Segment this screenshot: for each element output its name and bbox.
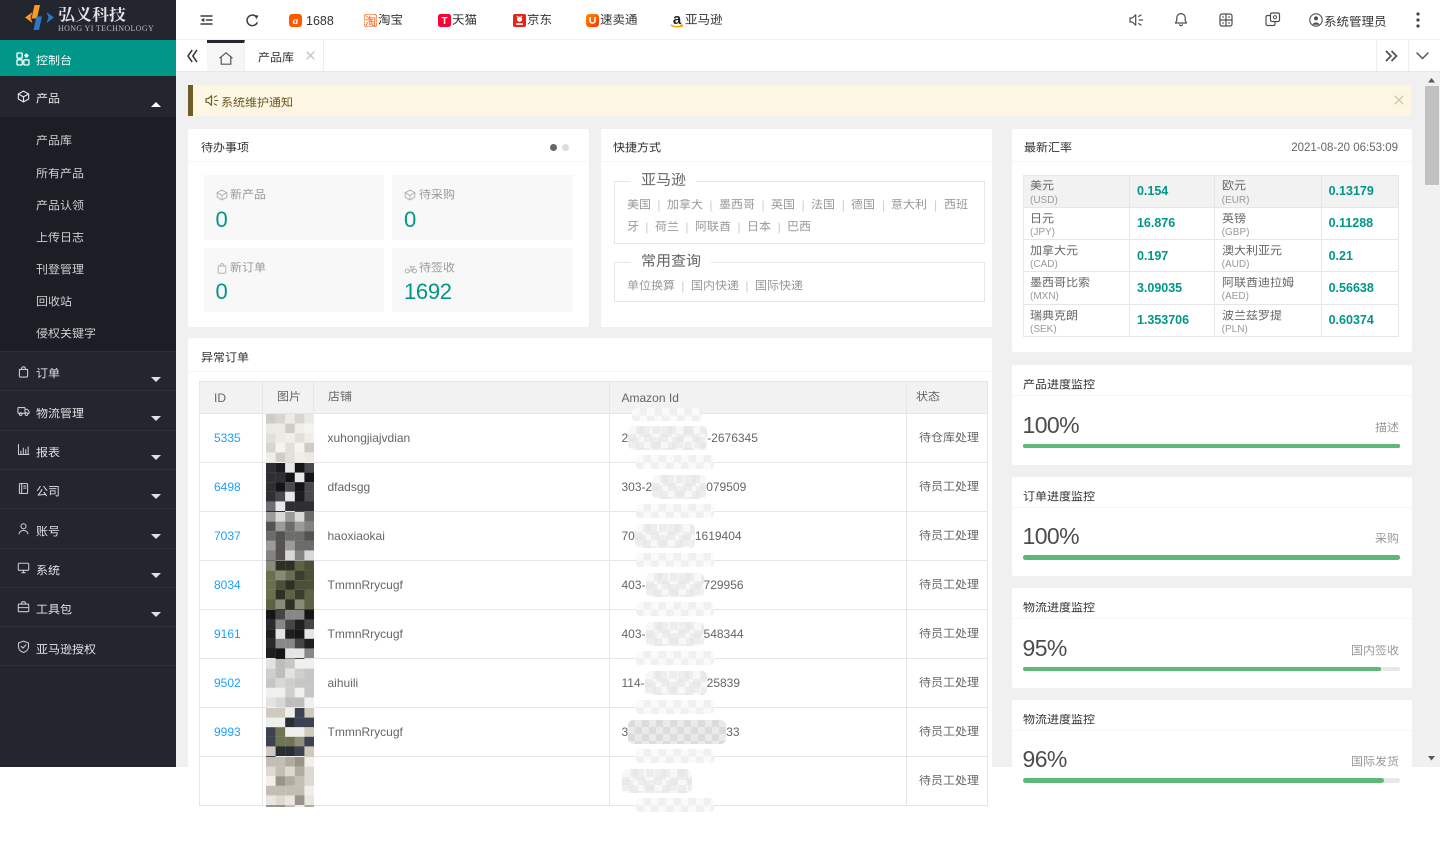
svg-text:a: a	[293, 14, 299, 26]
svg-text:T: T	[441, 16, 447, 27]
